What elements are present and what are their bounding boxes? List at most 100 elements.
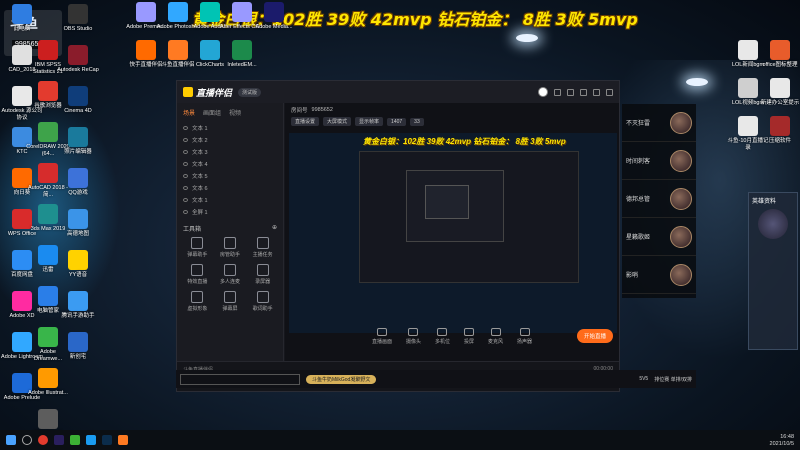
- control-icon: [408, 327, 419, 336]
- visibility-eye-icon[interactable]: [183, 186, 188, 190]
- scene-item[interactable]: 文本 4: [177, 158, 283, 170]
- avatar-icon[interactable]: [538, 87, 548, 97]
- windows-start-icon[interactable]: [6, 435, 16, 445]
- stage-pill[interactable]: 1407: [387, 117, 407, 126]
- douyu-icon[interactable]: [118, 435, 128, 445]
- wechat-icon[interactable]: [70, 435, 80, 445]
- control-button[interactable]: 多机位: [435, 327, 450, 345]
- dr-icon-1[interactable]: office图标整理: [758, 40, 800, 69]
- start-live-button[interactable]: 开始直播: [576, 329, 613, 343]
- control-button[interactable]: 扬声器: [517, 327, 532, 345]
- visibility-eye-icon[interactable]: [183, 174, 188, 178]
- scene-label: 文本 3: [192, 150, 208, 156]
- toolbox-item[interactable]: 多人连麦: [214, 264, 247, 285]
- dc3-icon-5[interactable]: 高德地图: [56, 209, 100, 238]
- scene-item[interactable]: 文本 6: [177, 182, 283, 194]
- live-preview[interactable]: 黄金白银：102胜 39败 42mvp 钻石铂金： 8胜 3败 5mvp: [289, 133, 617, 333]
- tool-icon: [191, 291, 204, 303]
- dc2-icon-8[interactable]: Adobe Illustrat...: [26, 368, 70, 397]
- app-icon: [200, 2, 220, 22]
- visibility-eye-icon[interactable]: [183, 210, 188, 214]
- toolbox-item[interactable]: 录屏器: [246, 264, 279, 285]
- control-button[interactable]: 摄像头: [406, 327, 421, 345]
- photoshop-icon[interactable]: [102, 435, 112, 445]
- control-icon: [376, 327, 387, 336]
- dc3-icon-7[interactable]: 腾讯手游助手: [56, 291, 100, 320]
- role-avatar: [670, 187, 692, 210]
- room-id: 9985652: [311, 107, 333, 113]
- scene-label: 文本 2: [192, 138, 208, 144]
- toolbox-item[interactable]: 歌词助手: [246, 291, 279, 312]
- visibility-eye-icon[interactable]: [183, 138, 188, 142]
- dr-icon-5[interactable]: 压缩软件: [758, 116, 800, 145]
- scene-item[interactable]: 全屏 1: [177, 206, 283, 218]
- tab-scene[interactable]: 场景: [183, 108, 195, 117]
- search-icon[interactable]: [22, 435, 32, 445]
- toolbox-add-icon[interactable]: ⊕: [272, 224, 277, 233]
- visibility-eye-icon[interactable]: [183, 126, 188, 130]
- scene-item[interactable]: 文本 2: [177, 134, 283, 146]
- profile-title: 英雄资料: [752, 199, 777, 205]
- scene-item[interactable]: 文本 5: [177, 170, 283, 182]
- tab-video[interactable]: 视频: [229, 108, 241, 117]
- maximize-icon[interactable]: [593, 88, 600, 96]
- scene-tabs: 场景 画面组 视频: [177, 103, 283, 122]
- dc3-icon-6[interactable]: YY语音: [56, 250, 100, 279]
- scene-item[interactable]: 文本 1: [177, 122, 283, 134]
- close-icon[interactable]: [606, 88, 613, 96]
- toolbox-item[interactable]: 弹幕助手: [181, 237, 214, 258]
- tool-label: 虚拟形象: [187, 306, 208, 312]
- chrome-icon[interactable]: [38, 435, 48, 445]
- role-item[interactable]: 不灭狂雷: [622, 104, 696, 142]
- settings-icon[interactable]: [567, 88, 574, 96]
- role-item[interactable]: 德邦总管: [622, 180, 696, 218]
- dc3-icon-4[interactable]: QQ游戏: [56, 168, 100, 197]
- dc3-icon-3[interactable]: 照片编辑器: [56, 127, 100, 156]
- dr-icon-3[interactable]: 新建办公室提示: [758, 78, 800, 107]
- stage-pill[interactable]: 大屏模式: [323, 117, 352, 126]
- control-button[interactable]: 麦克风: [488, 327, 504, 345]
- live-companion-window[interactable]: 直播伴侣 测试版 场景 画面组 视频 文本 1 文本 2 文本 3 文本 4 文本 5文…: [176, 80, 620, 392]
- stage-pill[interactable]: 显示帧率: [355, 117, 384, 126]
- dl-icon-0[interactable]: 此电脑: [0, 4, 44, 33]
- app-icon: [68, 168, 88, 188]
- toolbox-item[interactable]: 特效直播: [181, 264, 214, 285]
- system-clock: 16:48 2021/10/5: [770, 434, 794, 448]
- preview-banner: 黄金白银：102胜 39败 42mvp 钻石铂金： 8胜 3败 5mvp: [363, 137, 566, 146]
- toolbox-item[interactable]: 主播任务: [246, 237, 279, 258]
- room-label: 房间号: [291, 108, 308, 114]
- control-button[interactable]: 直播画面: [372, 327, 392, 345]
- dc3-icon-0[interactable]: OBS Studio: [56, 4, 100, 33]
- role-item[interactable]: 影哨: [622, 256, 696, 294]
- dc3-icon-1[interactable]: Autodesk ReCap: [56, 45, 100, 74]
- toolbox-header: 工具箱 ⊕: [177, 218, 283, 237]
- visibility-eye-icon[interactable]: [183, 150, 188, 154]
- toolbox-item[interactable]: 房管助手: [214, 237, 247, 258]
- role-item[interactable]: 时间刺客: [622, 142, 696, 180]
- tab-group[interactable]: 画面组: [203, 108, 221, 117]
- scene-item[interactable]: 文本 3: [177, 146, 283, 158]
- gift-tag[interactable]: 斗鱼牛奶MilkGod凝聚野文: [306, 374, 377, 384]
- dt-icon-4[interactable]: Adobe Media...: [252, 2, 296, 31]
- tool-icon: [256, 237, 269, 249]
- visibility-eye-icon[interactable]: [183, 162, 188, 166]
- control-button[interactable]: 投屏: [464, 327, 474, 345]
- premiere-icon[interactable]: [54, 435, 64, 445]
- toolbox-item[interactable]: 弹幕屏: [214, 291, 247, 312]
- app-titlebar[interactable]: 直播伴侣 测试版: [177, 81, 619, 103]
- scene-item[interactable]: 文本 1: [177, 194, 283, 206]
- control-label: 麦克风: [488, 338, 504, 345]
- gift-button[interactable]: [180, 373, 300, 385]
- profile-avatar: [758, 209, 788, 239]
- message-icon[interactable]: [554, 88, 561, 96]
- dc3-icon-8[interactable]: 新创宅: [56, 332, 100, 361]
- dc3-icon-2[interactable]: Cinema 4D: [56, 86, 100, 115]
- role-item[interactable]: 星籁歌姬: [622, 218, 696, 256]
- qq-icon[interactable]: [86, 435, 96, 445]
- toolbox-item[interactable]: 虚拟形象: [181, 291, 214, 312]
- visibility-eye-icon[interactable]: [183, 198, 188, 202]
- dt-icon-8[interactable]: InletedEM...: [220, 40, 264, 69]
- stage-pill[interactable]: 直播设置: [291, 117, 320, 126]
- stage-pill[interactable]: 33: [410, 117, 424, 126]
- minimize-icon[interactable]: [580, 88, 587, 96]
